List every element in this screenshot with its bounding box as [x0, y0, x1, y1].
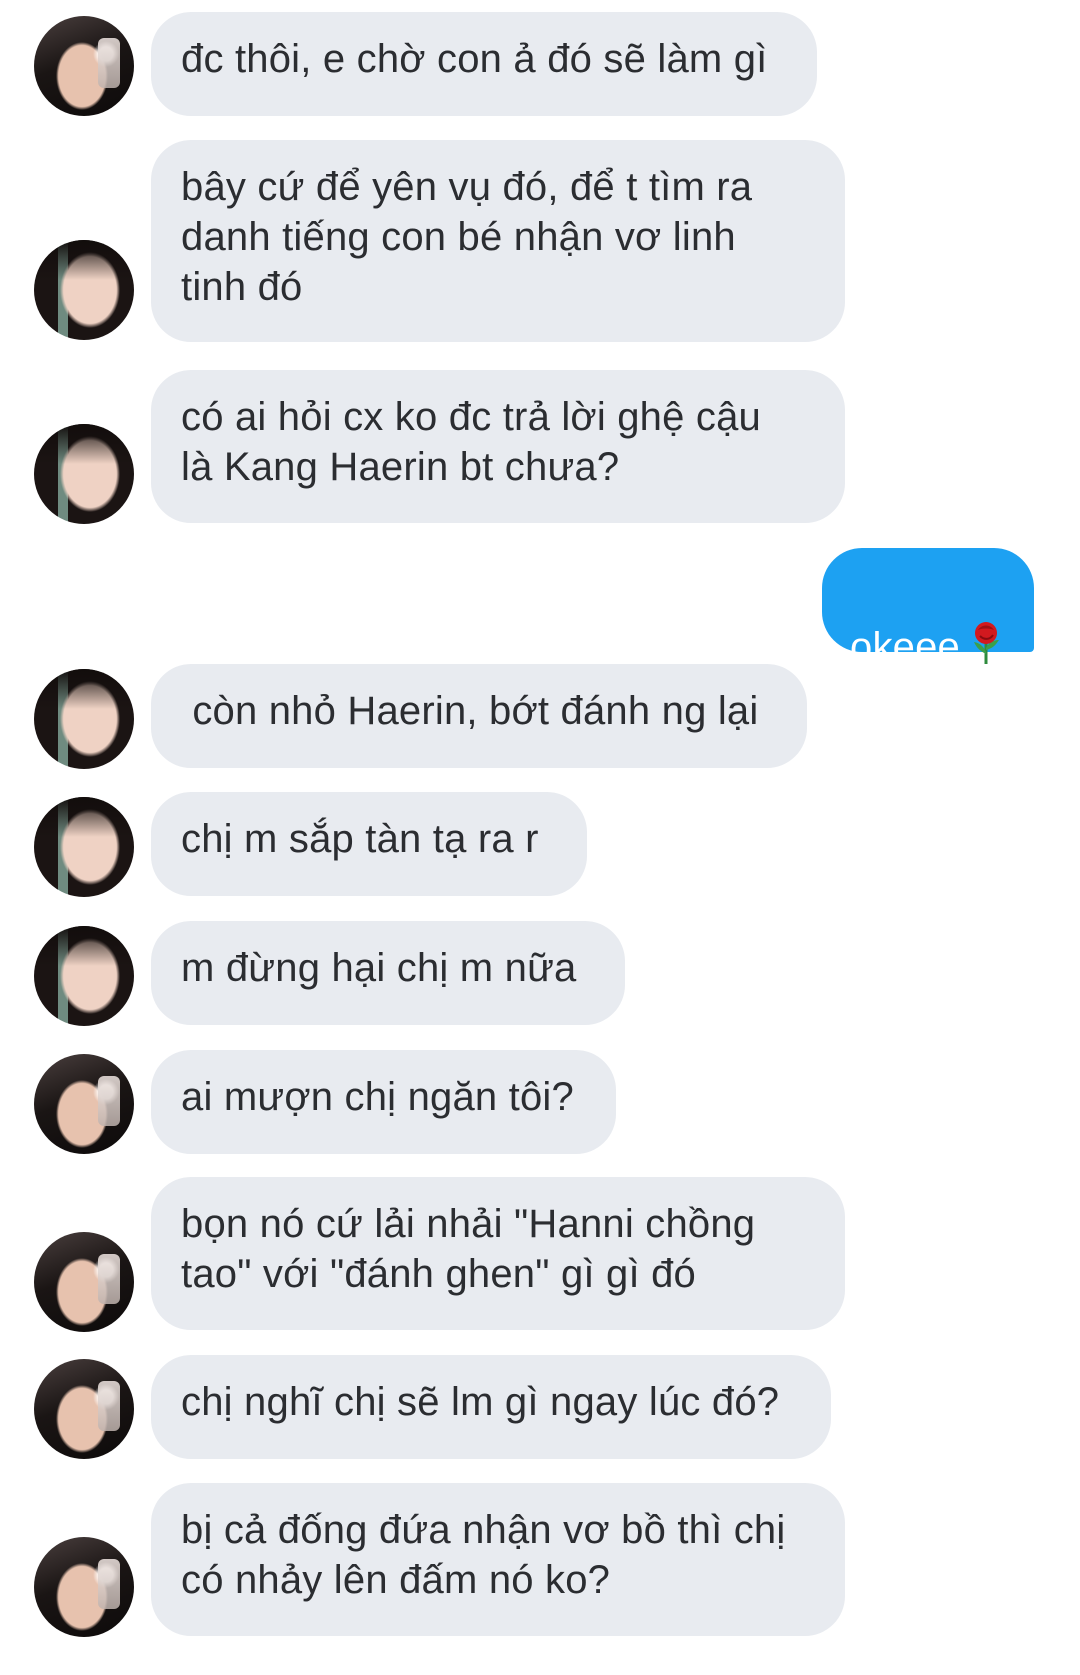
rose-icon — [974, 622, 999, 664]
message-bubble[interactable]: còn nhỏ Haerin, bớt đánh ng lại — [151, 664, 807, 768]
avatar[interactable] — [34, 797, 134, 897]
avatar[interactable] — [34, 1537, 134, 1637]
message-bubble[interactable]: ai mượn chị ngăn tôi? — [151, 1050, 616, 1154]
message-bubble[interactable]: chị nghĩ chị sẽ lm gì ngay lúc đó? — [151, 1355, 831, 1459]
avatar[interactable] — [34, 424, 134, 524]
avatar[interactable] — [34, 1359, 134, 1459]
message-bubble[interactable]: bây cứ để yên vụ đó, để t tìm ra danh ti… — [151, 140, 845, 342]
avatar[interactable] — [34, 240, 134, 340]
avatar[interactable] — [34, 1232, 134, 1332]
message-thread: đc thôi, e chờ con ả đó sẽ làm gì bây cứ… — [0, 0, 1080, 1675]
message-bubble[interactable]: có ai hỏi cx ko đc trả lời ghệ cậu là Ka… — [151, 370, 845, 523]
sent-message-bubble[interactable]: okeee — [822, 548, 1034, 669]
message-bubble[interactable]: chị m sắp tàn tạ ra r — [151, 792, 587, 896]
message-bubble[interactable]: bọn nó cứ lải nhải "Hanni chồng tao" với… — [151, 1177, 845, 1330]
avatar[interactable] — [34, 926, 134, 1026]
message-text: okeee — [850, 625, 960, 669]
avatar[interactable] — [34, 1054, 134, 1154]
avatar[interactable] — [34, 16, 134, 116]
message-bubble[interactable]: bị cả đống đứa nhận vơ bồ thì chị có nhả… — [151, 1483, 845, 1636]
message-bubble[interactable]: đc thôi, e chờ con ả đó sẽ làm gì — [151, 12, 817, 116]
message-bubble[interactable]: m đừng hại chị m nữa — [151, 921, 625, 1025]
avatar[interactable] — [34, 669, 134, 769]
